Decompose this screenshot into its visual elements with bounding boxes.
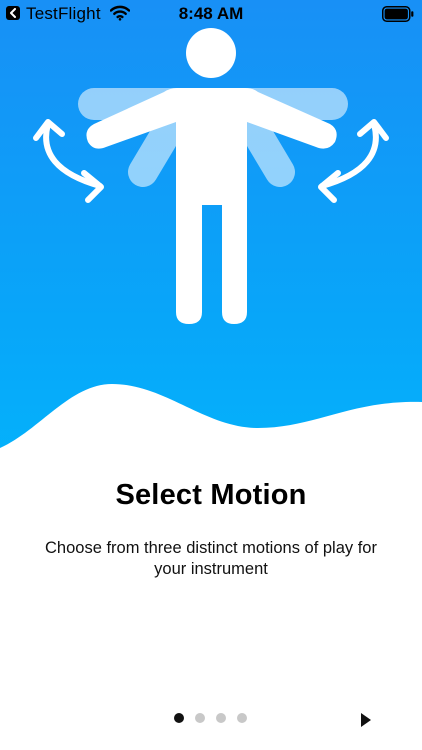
page-dot-active[interactable] [174, 713, 184, 723]
next-arrow-icon[interactable] [358, 711, 374, 729]
page-indicator[interactable] [174, 713, 247, 723]
page-dot[interactable] [216, 713, 226, 723]
person-motion-icon [33, 28, 389, 324]
wave-divider [0, 384, 422, 470]
page-title: Select Motion [115, 479, 307, 511]
page-dot[interactable] [195, 713, 205, 723]
page-dot[interactable] [237, 713, 247, 723]
page-description: Choose from three distinct motions of pl… [45, 539, 377, 578]
person-shape [86, 28, 337, 324]
